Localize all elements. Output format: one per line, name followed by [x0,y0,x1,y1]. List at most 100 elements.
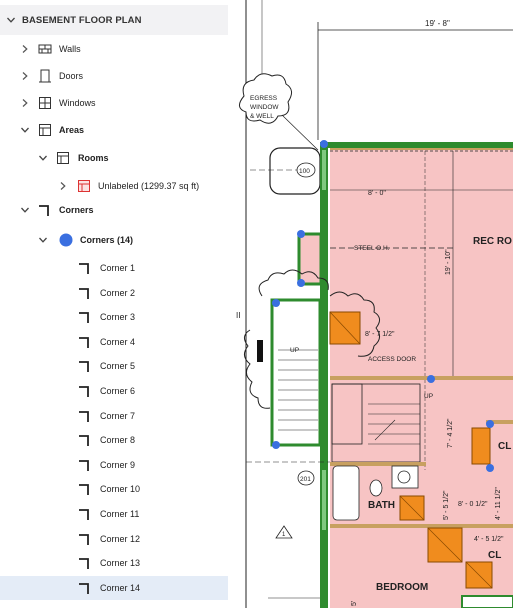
panel-title: BASEMENT FLOOR PLAN [22,14,142,26]
blue-dot-icon [58,232,74,248]
chevron-down-icon[interactable] [19,124,31,136]
chevron-down-icon[interactable] [19,204,31,216]
chevron-right-icon[interactable] [19,97,31,109]
corner-list-item[interactable]: Corner 5 [0,354,228,378]
tree-item-walls[interactable]: Walls [0,37,228,61]
tree-item-windows[interactable]: Windows [0,91,228,115]
corner-label: Corner 3 [100,312,136,323]
corner-label: Corner 4 [100,336,136,347]
corner-icon [77,383,93,399]
dim-4-5-label: 4' - 5 1/2" [474,536,504,543]
corner-label: Corner 7 [100,410,136,421]
corner-icon [77,555,93,571]
egress-line-3: & WELL [250,113,274,120]
chevron-down-icon[interactable] [37,152,49,164]
access-door-label: ACCESS DOOR [368,356,416,363]
dim-19-10-label: 19' - 10" [445,249,452,275]
corner-list-item[interactable]: Corner 13 [0,551,228,575]
dim-8-0-label: 8' - 0" [368,190,386,197]
tag-100: 100 [299,168,310,175]
dim-8-0h-label: 8' - 0 1/2" [458,501,488,508]
tree-item-label: Areas [59,125,85,135]
cl-right-label: CL [498,441,511,452]
egress-cloud: EGRESS WINDOW & WELL [239,73,319,151]
corner-list-item[interactable]: Corner 11 [0,502,228,526]
dim-5-5-label: 5' - 5 1/2" [443,490,450,520]
corner-list-item[interactable]: Corner 10 [0,477,228,501]
dim-4-11-label: 4' - 11 1/2" [495,487,502,520]
tree-item-label: Windows [59,98,96,108]
corner-icon [77,260,93,276]
chevron-right-icon[interactable] [19,43,31,55]
tree-item-label: Rooms [78,153,109,163]
chevron-down-icon[interactable] [5,14,17,26]
corner-list-item[interactable]: Corner 3 [0,305,228,329]
corner-label: Corner 6 [100,386,136,396]
corner-list-item[interactable]: Corner 8 [0,428,228,452]
corner-list-item[interactable]: Corner 1 [0,256,228,280]
rec-room-label: REC RO [473,236,512,247]
egress-line-1: EGRESS [250,95,278,102]
bath-label: BATH [368,500,395,511]
corner-icon [77,506,93,522]
layers-panel: BASEMENT FLOOR PLAN Walls Doors Windows [0,0,228,608]
corner-icon [77,481,93,497]
room-area-icon [76,178,92,194]
up-left-label: UP [290,347,299,354]
corner-icon [77,580,93,596]
corner-icon [37,202,53,218]
corner-list-item[interactable]: Corner 9 [0,453,228,477]
room-icon [55,150,71,166]
dim-7-4-label: 7' - 4 1/2" [447,418,454,448]
corner-icon [77,358,93,374]
corner-label: Corner 11 [100,509,140,519]
corner-icon [77,334,93,350]
ii-mark: II [236,311,240,320]
dim-top-label: 19' - 8" [425,19,450,28]
corner-icon [77,408,93,424]
corner-label: Corner 12 [100,533,141,544]
panel-header[interactable]: BASEMENT FLOOR PLAN [0,5,228,35]
bedroom-label: BEDROOM [376,582,428,593]
corner-icon [77,457,93,473]
corner-list-item[interactable]: Corner 6 [0,379,228,403]
window-icon [37,95,53,111]
corner-icon [77,432,93,448]
tree-item-areas[interactable]: Areas [0,118,228,142]
area-icon [37,122,53,138]
up-right-label: UP [424,393,433,400]
tag-201: 201 [300,476,311,483]
tree-item-label: Corners (14) [80,235,134,245]
tree-item-label: Unlabeled (1299.37 sq ft) [98,181,200,191]
corner-list-item[interactable]: Corner 4 [0,330,228,354]
corner-label: Corner 10 [100,484,141,495]
chevron-right-icon[interactable] [19,70,31,82]
tree-item-corners-14[interactable]: Corners (14) [0,228,228,252]
corner-list-item[interactable]: Corner 14 [0,575,228,600]
dim-5-label: 5' [351,601,358,606]
steel-oh-label: STEEL O.H. [354,245,390,252]
walls-icon [37,41,53,57]
tree-item-unlabeled-room[interactable]: Unlabeled (1299.37 sq ft) [0,174,228,198]
corner-label: Corner 5 [100,361,136,372]
tree-item-rooms[interactable]: Rooms [0,146,228,170]
corner-icon [77,309,93,325]
tree-item-doors[interactable]: Doors [0,64,228,88]
corner-label: Corner 14 [100,582,141,593]
tree-item-label: Doors [59,71,84,81]
corner-list-item[interactable]: Corner 12 [0,527,228,551]
tree-item-label: Walls [59,44,81,54]
corner-list-item[interactable]: Corner 7 [0,404,228,428]
corner-label: Corner 2 [100,287,136,298]
chevron-down-icon[interactable] [37,234,49,246]
corner-icon [77,285,93,301]
corner-label: Corner 1 [100,263,136,273]
cl-bottom-label: CL [488,550,501,561]
tree-item-corners[interactable]: Corners [0,198,228,222]
egress-line-2: WINDOW [250,104,279,111]
tree-item-label: Corners [59,205,94,215]
corner-label: Corner 9 [100,459,136,470]
corner-list-item[interactable]: Corner 2 [0,281,228,305]
door-icon [37,68,53,84]
chevron-right-icon[interactable] [57,180,69,192]
